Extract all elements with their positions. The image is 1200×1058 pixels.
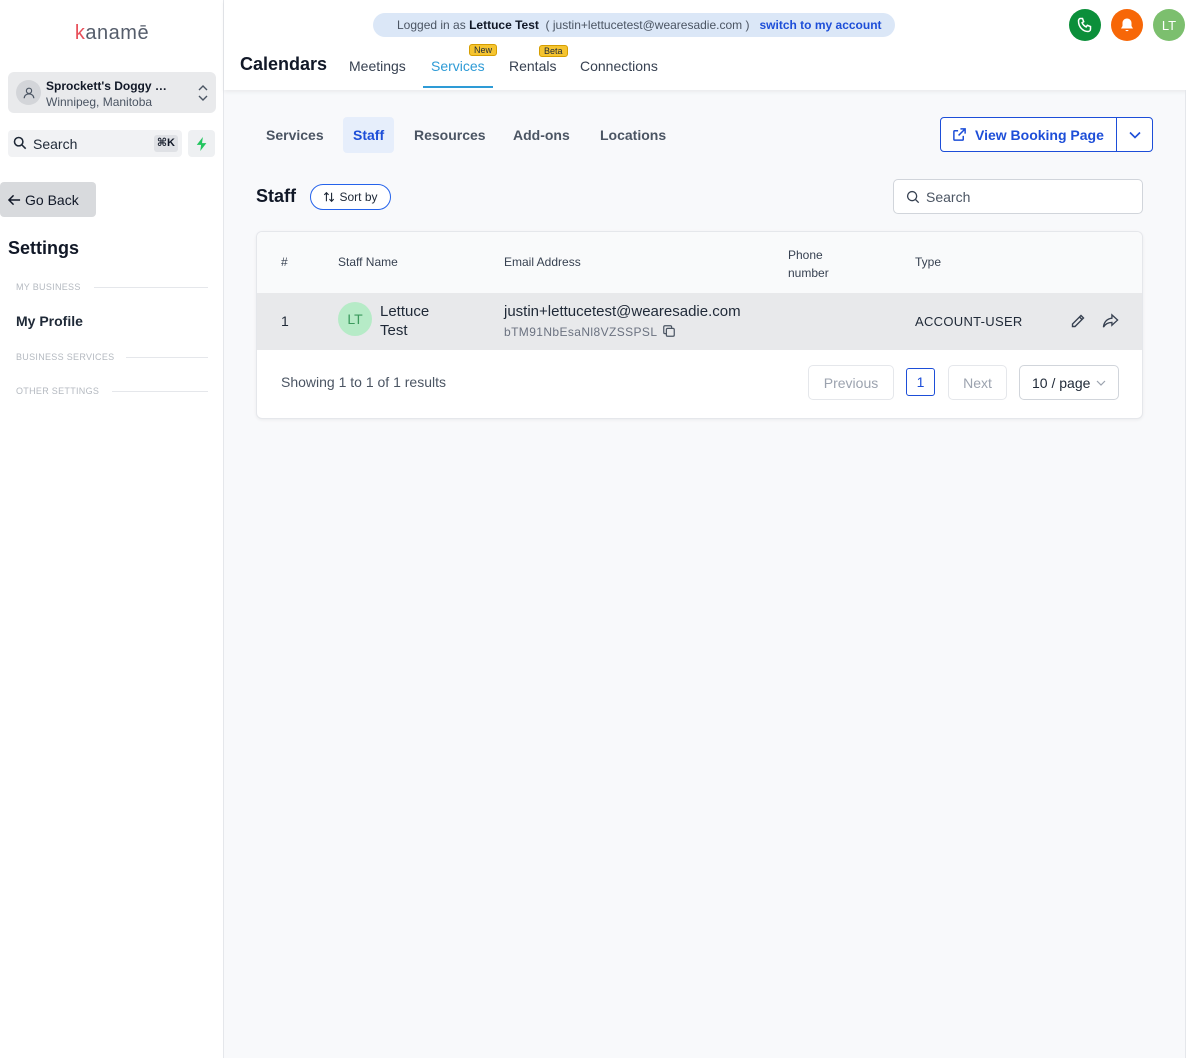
kaname-logo[interactable]: kanamē xyxy=(0,22,224,45)
chevron-down-icon xyxy=(1129,131,1141,139)
tab-services[interactable]: Services xyxy=(431,58,485,74)
table-header: # Staff Name Email Address Phone number … xyxy=(257,232,1142,293)
business-avatar xyxy=(16,80,41,105)
staff-name: Lettuce Test xyxy=(380,303,430,339)
tab-meetings[interactable]: Meetings xyxy=(349,58,406,74)
sidebar-search[interactable]: Search ⌘K xyxy=(8,130,182,157)
staff-search-input[interactable]: Search xyxy=(893,179,1143,214)
sidebar-item-my-profile[interactable]: My Profile xyxy=(16,313,83,329)
sidebar: kanamē Sprockett's Doggy Daycare Winnip… xyxy=(0,0,224,1058)
beta-badge: Beta xyxy=(539,45,568,57)
column-index: # xyxy=(281,255,288,269)
table-row[interactable]: 1 LT Lettuce Test justin+lettucetest@wea… xyxy=(257,293,1142,350)
search-label: Search xyxy=(33,136,78,152)
external-link-icon xyxy=(953,128,966,141)
search-shortcut: ⌘K xyxy=(153,135,178,152)
settings-title: Settings xyxy=(8,238,80,258)
section-my-business: MY BUSINESS xyxy=(16,282,81,292)
arrow-left-icon xyxy=(8,194,21,205)
scrollbar[interactable] xyxy=(1185,90,1200,1058)
column-type: Type xyxy=(915,255,942,269)
search-icon xyxy=(906,190,920,204)
business-location: Winnipeg, Manitoba xyxy=(46,95,153,109)
row-index: 1 xyxy=(281,313,289,329)
booking-dropdown-button[interactable] xyxy=(1117,118,1153,151)
phone-icon xyxy=(1077,17,1092,33)
page-1-button[interactable]: 1 xyxy=(906,368,935,396)
impersonation-prefix: Logged in as xyxy=(397,18,466,32)
page-size-value: 10 / page xyxy=(1032,374,1091,391)
staff-table: # Staff Name Email Address Phone number … xyxy=(256,231,1143,419)
share-icon[interactable] xyxy=(1102,313,1119,329)
view-booking-page-button[interactable]: View Booking Page xyxy=(941,118,1116,151)
go-back-button[interactable]: Go Back xyxy=(0,182,96,217)
sort-by-label: Sort by xyxy=(339,190,378,204)
bell-icon xyxy=(1121,18,1133,32)
notifications-button[interactable] xyxy=(1111,9,1143,41)
divider xyxy=(94,287,208,288)
lightning-icon xyxy=(196,136,206,151)
subtab-add-ons[interactable]: Add-ons xyxy=(503,117,580,153)
view-booking-page-label: View Booking Page xyxy=(975,126,1104,143)
switch-account-link[interactable]: switch to my account xyxy=(760,18,882,32)
avatar-initials: LT xyxy=(1161,17,1177,33)
column-email: Email Address xyxy=(504,255,581,269)
business-name: Sprockett's Doggy Daycare xyxy=(46,79,171,93)
previous-page-button[interactable]: Previous xyxy=(808,365,894,400)
page-title: Calendars xyxy=(240,54,328,74)
go-back-label: Go Back xyxy=(25,191,79,208)
edit-icon[interactable] xyxy=(1070,313,1086,329)
sort-by-button[interactable]: Sort by xyxy=(310,184,391,210)
column-staff-name: Staff Name xyxy=(338,255,398,269)
user-icon xyxy=(23,87,34,98)
next-page-button[interactable]: Next xyxy=(948,365,1007,400)
staff-type: ACCOUNT-USER xyxy=(915,314,1023,329)
new-badge: New xyxy=(469,44,498,56)
impersonation-user: Lettuce Test xyxy=(469,18,539,32)
impersonation-banner: Logged in as Lettuce Test ( justin+lettu… xyxy=(373,13,895,37)
impersonation-email: ( justin+lettucetest@wearesadie.com ) xyxy=(545,18,750,32)
user-avatar[interactable]: LT xyxy=(1153,9,1185,41)
subtab-staff[interactable]: Staff xyxy=(343,117,395,153)
search-icon xyxy=(13,136,27,150)
subtab-services[interactable]: Services xyxy=(256,117,334,153)
staff-heading: Staff xyxy=(256,186,296,206)
tab-rentals[interactable]: Rentals xyxy=(509,58,556,74)
logo-text: anamē xyxy=(85,22,150,44)
column-phone: Phone number xyxy=(788,248,829,280)
search-placeholder: Search xyxy=(926,189,971,205)
staff-email: justin+lettucetest@wearesadie.com xyxy=(504,303,741,320)
subtab-locations[interactable]: Locations xyxy=(590,117,676,153)
chevron-down-icon xyxy=(1096,380,1106,386)
copy-icon[interactable] xyxy=(662,324,676,338)
chevron-updown-icon xyxy=(198,85,208,101)
phone-button[interactable] xyxy=(1069,9,1101,41)
quick-actions-button[interactable] xyxy=(188,130,215,157)
staff-avatar: LT xyxy=(338,302,372,336)
top-bar: Logged in as Lettuce Test ( justin+lettu… xyxy=(224,0,1200,90)
tab-connections[interactable]: Connections xyxy=(580,58,658,74)
view-booking-page-group: View Booking Page xyxy=(940,117,1153,152)
divider xyxy=(112,391,208,392)
business-switcher[interactable]: Sprockett's Doggy Daycare Winnipeg, Mani… xyxy=(8,72,216,113)
staff-id-code: bTM91NbEsaNl8VZSSPSL xyxy=(504,325,658,339)
section-other-settings: OTHER SETTINGS xyxy=(16,386,100,396)
results-summary: Showing 1 to 1 of 1 results xyxy=(281,374,446,390)
active-tab-indicator xyxy=(423,86,493,88)
sort-icon xyxy=(324,191,335,203)
divider xyxy=(126,357,208,358)
subtab-resources[interactable]: Resources xyxy=(404,117,496,153)
page-size-select[interactable]: 10 / page xyxy=(1019,365,1119,400)
section-business-services: BUSINESS SERVICES xyxy=(16,352,115,362)
